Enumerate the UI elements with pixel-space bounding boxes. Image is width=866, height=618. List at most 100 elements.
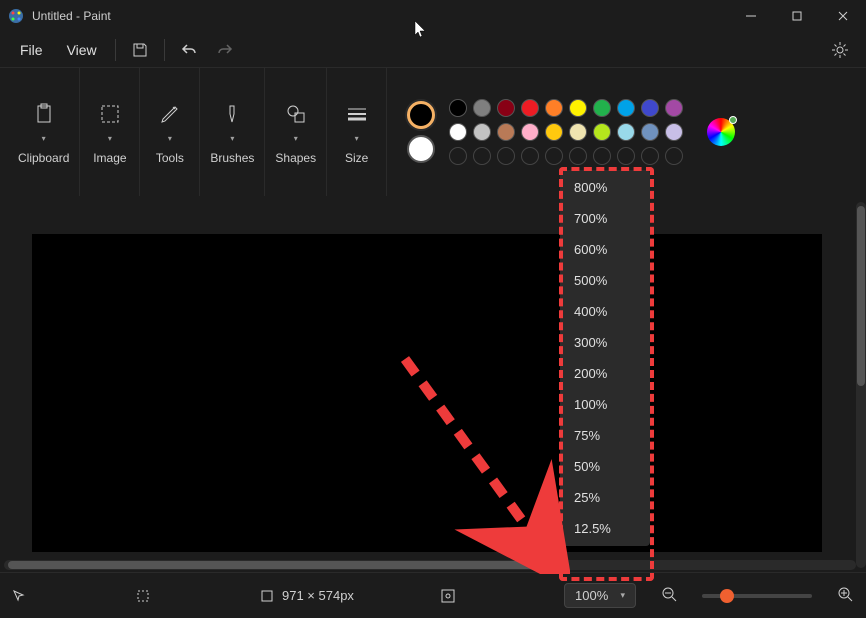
maximize-button[interactable] bbox=[774, 0, 820, 32]
color-swatch-empty[interactable] bbox=[545, 147, 563, 165]
separator bbox=[115, 39, 116, 61]
zoom-level-item[interactable]: 50% bbox=[560, 451, 650, 482]
color-swatch[interactable] bbox=[497, 123, 515, 141]
color-swatch[interactable] bbox=[449, 99, 467, 117]
cursor-position bbox=[12, 589, 112, 603]
zoom-level-item[interactable]: 25% bbox=[560, 482, 650, 513]
ribbon-tools[interactable]: ▾ Tools bbox=[140, 68, 200, 196]
separator bbox=[164, 39, 165, 61]
edit-colors-icon[interactable] bbox=[707, 118, 735, 146]
zoom-out-button[interactable] bbox=[660, 585, 678, 606]
color-swatch[interactable] bbox=[593, 99, 611, 117]
ribbon-brushes[interactable]: ▾ Brushes bbox=[200, 68, 265, 196]
undo-icon[interactable] bbox=[171, 34, 207, 66]
zoom-level-item[interactable]: 500% bbox=[560, 265, 650, 296]
color-primary-swatch[interactable] bbox=[407, 101, 435, 129]
zoom-level-item[interactable]: 100% bbox=[560, 389, 650, 420]
ribbon-image[interactable]: ▾ Image bbox=[80, 68, 140, 196]
color-swatch[interactable] bbox=[545, 123, 563, 141]
color-swatch[interactable] bbox=[473, 123, 491, 141]
color-swatch[interactable] bbox=[641, 123, 659, 141]
chevron-down-icon: ▾ bbox=[168, 134, 172, 143]
color-swatch[interactable] bbox=[521, 99, 539, 117]
color-swatch-empty[interactable] bbox=[617, 147, 635, 165]
color-swatch-empty[interactable] bbox=[641, 147, 659, 165]
color-secondary-swatch[interactable] bbox=[407, 135, 435, 163]
zoom-slider[interactable] bbox=[702, 594, 812, 598]
ribbon-label: Tools bbox=[156, 151, 184, 165]
ribbon: ▾ Clipboard ▾ Image ▾ Tools ▾ Brushes bbox=[0, 68, 866, 196]
zoom-slider-thumb[interactable] bbox=[720, 589, 734, 603]
select-icon bbox=[98, 102, 122, 126]
fit-screen-icon bbox=[440, 588, 456, 604]
close-button[interactable] bbox=[820, 0, 866, 32]
color-swatch[interactable] bbox=[569, 123, 587, 141]
scrollbar-thumb[interactable] bbox=[8, 561, 548, 569]
zoom-in-icon bbox=[836, 585, 854, 603]
color-swatch[interactable] bbox=[593, 123, 611, 141]
menu-bar: File View bbox=[0, 32, 866, 68]
canvas-size-text: 971 × 574px bbox=[282, 588, 354, 603]
scrollbar-thumb[interactable] bbox=[857, 206, 865, 386]
color-swatch-empty[interactable] bbox=[449, 147, 467, 165]
zoom-value: 100% bbox=[575, 588, 608, 603]
zoom-level-item[interactable]: 200% bbox=[560, 358, 650, 389]
color-swatch[interactable] bbox=[641, 99, 659, 117]
minimize-button[interactable] bbox=[728, 0, 774, 32]
color-swatch[interactable] bbox=[569, 99, 587, 117]
settings-icon[interactable] bbox=[822, 34, 858, 66]
chevron-down-icon: ▾ bbox=[230, 134, 234, 143]
color-swatch-empty[interactable] bbox=[593, 147, 611, 165]
zoom-level-item[interactable]: 300% bbox=[560, 327, 650, 358]
status-bar: 971 × 574px 100% ▾ bbox=[0, 572, 866, 618]
fit-screen[interactable] bbox=[440, 588, 540, 604]
pointer-icon bbox=[12, 589, 26, 603]
canvas-size: 971 × 574px bbox=[260, 588, 360, 603]
color-swatch[interactable] bbox=[449, 123, 467, 141]
paint-app-icon bbox=[8, 8, 24, 24]
zoom-level-item[interactable]: 600% bbox=[560, 234, 650, 265]
color-swatch[interactable] bbox=[497, 99, 515, 117]
canvas-area bbox=[0, 196, 866, 572]
ribbon-label: Brushes bbox=[210, 151, 254, 165]
zoom-out-icon bbox=[660, 585, 678, 603]
brush-icon bbox=[220, 102, 244, 126]
redo-icon[interactable] bbox=[207, 34, 243, 66]
ribbon-label: Shapes bbox=[275, 151, 316, 165]
color-swatch[interactable] bbox=[617, 99, 635, 117]
zoom-select[interactable]: 100% ▾ bbox=[564, 583, 636, 608]
color-swatch-empty[interactable] bbox=[497, 147, 515, 165]
color-swatch-empty[interactable] bbox=[473, 147, 491, 165]
ribbon-size[interactable]: ▾ Size bbox=[327, 68, 387, 196]
shapes-icon bbox=[284, 102, 308, 126]
ribbon-clipboard[interactable]: ▾ Clipboard bbox=[8, 68, 80, 196]
vertical-scrollbar[interactable] bbox=[856, 202, 866, 568]
color-swatch[interactable] bbox=[665, 123, 683, 141]
save-icon[interactable] bbox=[122, 34, 158, 66]
zoom-in-button[interactable] bbox=[836, 585, 854, 606]
zoom-level-item[interactable]: 400% bbox=[560, 296, 650, 327]
color-swatch-empty[interactable] bbox=[665, 147, 683, 165]
color-swatch[interactable] bbox=[521, 123, 539, 141]
selection-size bbox=[136, 589, 236, 603]
color-palette bbox=[449, 99, 683, 165]
horizontal-scrollbar[interactable] bbox=[4, 560, 856, 570]
color-swatch[interactable] bbox=[665, 99, 683, 117]
menu-file[interactable]: File bbox=[8, 36, 55, 64]
chevron-down-icon: ▾ bbox=[620, 590, 625, 601]
zoom-level-item[interactable]: 700% bbox=[560, 203, 650, 234]
zoom-level-item[interactable]: 12.5% bbox=[560, 513, 650, 544]
pencil-icon bbox=[158, 102, 182, 126]
color-swatch[interactable] bbox=[545, 99, 563, 117]
zoom-level-item[interactable]: 75% bbox=[560, 420, 650, 451]
menu-view[interactable]: View bbox=[55, 36, 109, 64]
color-swatch[interactable] bbox=[473, 99, 491, 117]
color-swatch-empty[interactable] bbox=[569, 147, 587, 165]
ribbon-label: Size bbox=[345, 151, 368, 165]
chevron-down-icon: ▾ bbox=[355, 134, 359, 143]
zoom-level-item[interactable]: 800% bbox=[560, 172, 650, 203]
canvas[interactable] bbox=[32, 234, 822, 552]
color-swatch[interactable] bbox=[617, 123, 635, 141]
ribbon-shapes[interactable]: ▾ Shapes bbox=[265, 68, 327, 196]
color-swatch-empty[interactable] bbox=[521, 147, 539, 165]
